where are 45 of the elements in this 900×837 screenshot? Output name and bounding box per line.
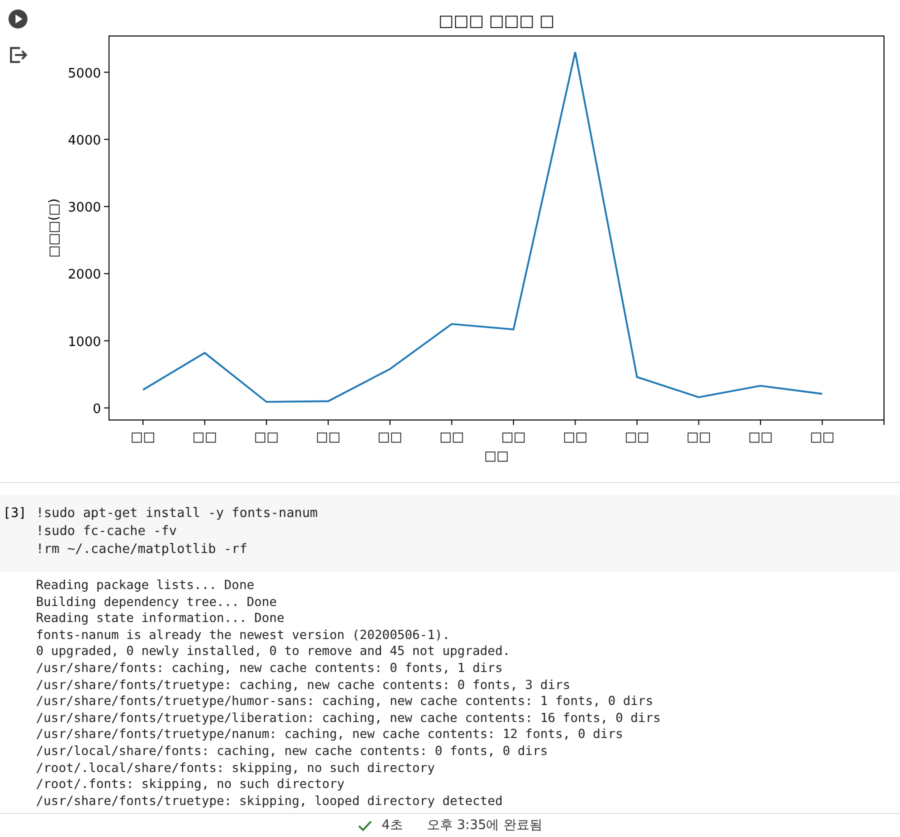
y-tick-label: 1000 — [68, 334, 101, 350]
output-line: 0 upgraded, 0 newly installed, 0 to remove and 45 not upgraded. — [36, 643, 512, 660]
x-tick-label: □□ — [378, 430, 402, 445]
output-line: /usr/share/fonts/truetype/liberation: caching, new cache contents: 16 fonts, 0 dirs — [36, 710, 662, 726]
y-tick-label: 0 — [92, 402, 101, 417]
output-line: /usr/share/fonts/truetype: caching, new cache contents: 0 fonts, 3 dirs — [36, 676, 572, 694]
check-icon — [358, 820, 372, 832]
output-line: /usr/share/fonts/truetype/nanum: caching, new cache contents: 12 fonts, 0 dirs — [36, 726, 624, 743]
x-tick-label: □□ — [810, 430, 835, 445]
run-duration: 4초 — [382, 816, 403, 835]
y-tick-label: 5000 — [68, 66, 101, 82]
x-tick-label: □□ — [439, 430, 464, 445]
code-line: !rm ~/.cache/matplotlib -rf — [36, 541, 248, 559]
execution-count: [3] — [2, 505, 28, 523]
x-tick-label: □□ — [624, 430, 650, 445]
x-axis-label: □□ — [484, 449, 509, 464]
completion-time: 오후 3:35에 완료됨 — [426, 816, 542, 835]
x-tick-label: □□ — [562, 430, 588, 445]
x-tick-label: □□ — [130, 430, 156, 445]
output-line: fonts-nanum is already the newest version (20200506-1). — [36, 626, 451, 644]
chart-title: □□□ □□□ □ — [438, 11, 554, 30]
output-icon[interactable] — [8, 45, 28, 65]
x-tick-label: □□ — [316, 430, 340, 445]
x-tick-label: □□ — [686, 430, 712, 445]
code-line: !sudo apt-get install -y fonts-nanum — [36, 505, 318, 523]
output-line: /usr/share/fonts: caching, new cache contents: 0 fonts, 1 dirs — [36, 660, 504, 677]
output-line: Reading state information... Done — [36, 610, 286, 627]
output-line: Building dependency tree... Done — [36, 594, 278, 610]
y-tick-label: 2000 — [68, 268, 101, 283]
output-line: /usr/share/fonts/truetype: skipping, looped directory detected — [36, 792, 504, 810]
x-tick-label: □□ — [254, 430, 279, 445]
y-tick-label: 4000 — [68, 133, 101, 148]
output-line: /usr/local/share/fonts: caching, new cache contents: 0 fonts, 0 dirs — [36, 742, 549, 760]
run-icon[interactable] — [8, 9, 28, 29]
code-line: !sudo fc-cache -fv — [36, 523, 178, 541]
code-cell[interactable]: [3] !sudo apt-get install -y fonts-nanum !sudo fc-cache -fv !rm ~/.cache/matplotlib -rf — [0, 495, 900, 572]
output-line: /root/.local/share/fonts: skipping, no such directory — [36, 760, 436, 776]
output-line: /usr/share/fonts/truetype/humor-sans: caching, new cache contents: 1 fonts, 0 dirs — [36, 693, 654, 710]
output-line: /root/.fonts: skipping, no such directory — [36, 776, 346, 793]
x-tick-label: □□ — [192, 430, 217, 445]
x-tick-label: □□ — [748, 430, 773, 445]
y-tick-label: 3000 — [68, 200, 101, 216]
x-tick-label: □□ — [501, 430, 526, 445]
output-line: Reading package lists... Done — [36, 577, 256, 594]
y-axis-label: □□□(□) — [47, 198, 62, 258]
